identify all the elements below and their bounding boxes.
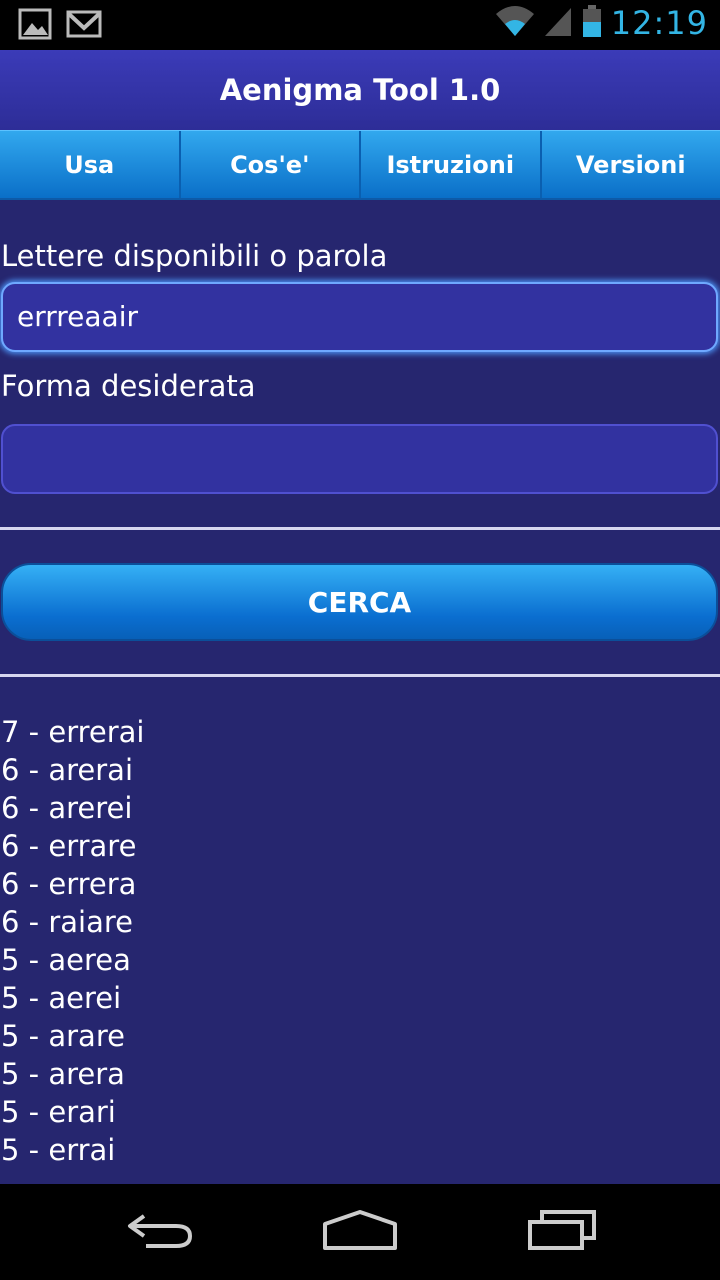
status-bar: 12:19: [0, 0, 720, 50]
clock: 12:19: [610, 4, 708, 42]
title-bar: Aenigma Tool 1.0: [0, 50, 720, 130]
result-item: 5 - arera: [1, 1057, 125, 1091]
result-item: 5 - aerea: [1, 943, 131, 977]
tab-istruzioni[interactable]: Istruzioni: [361, 131, 542, 198]
result-item: 6 - arerai: [1, 753, 134, 787]
gmail-icon: [66, 8, 102, 44]
result-item: 6 - errera: [1, 867, 137, 901]
navigation-bar: [0, 1184, 720, 1280]
shape-label: Forma desiderata: [1, 369, 256, 403]
tab-cose[interactable]: Cos'e': [181, 131, 361, 198]
image-icon: [18, 8, 52, 44]
result-item: 5 - errai: [1, 1133, 116, 1167]
result-item: 5 - erari: [1, 1095, 116, 1129]
tab-bar: Usa Cos'e' Istruzioni Versioni: [0, 130, 720, 200]
letters-input[interactable]: errreaair: [1, 282, 718, 352]
wifi-icon: [495, 4, 535, 42]
letters-label: Lettere disponibili o parola: [1, 239, 388, 273]
recents-icon[interactable]: [526, 1208, 598, 1256]
tab-versioni[interactable]: Versioni: [542, 131, 720, 198]
main-content: Lettere disponibili o parola errreaair F…: [0, 200, 720, 1184]
result-item: 6 - raiare: [1, 905, 134, 939]
result-item: 6 - errare: [1, 829, 137, 863]
result-item: 5 - aerei: [1, 981, 122, 1015]
result-item: 7 - errerai: [1, 715, 145, 749]
battery-icon: [581, 4, 603, 42]
signal-icon: [543, 4, 573, 42]
home-icon[interactable]: [322, 1208, 398, 1256]
result-item: 5 - arare: [1, 1019, 125, 1053]
app-title: Aenigma Tool 1.0: [219, 73, 501, 107]
back-icon[interactable]: [124, 1208, 196, 1256]
shape-input[interactable]: [1, 424, 718, 494]
app-screen: Aenigma Tool 1.0 Usa Cos'e' Istruzioni V…: [0, 50, 720, 1184]
result-item: 6 - arerei: [1, 791, 133, 825]
tab-usa[interactable]: Usa: [0, 131, 181, 198]
results-list: 7 - errerai 6 - arerai 6 - arerei 6 - er…: [0, 677, 720, 1169]
search-button[interactable]: CERCA: [1, 563, 718, 641]
